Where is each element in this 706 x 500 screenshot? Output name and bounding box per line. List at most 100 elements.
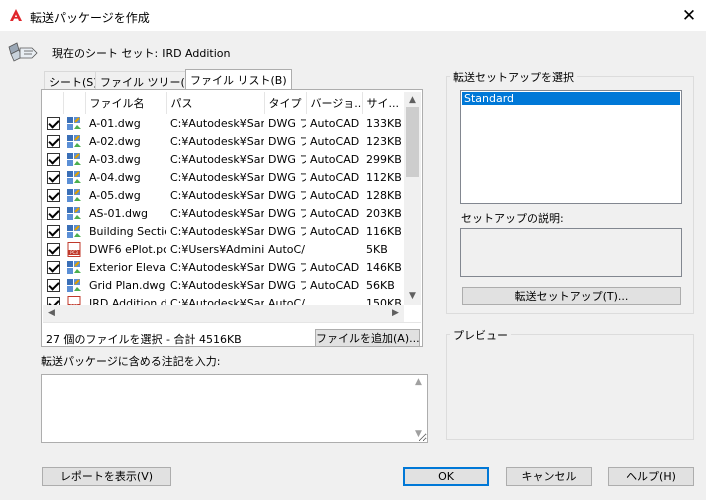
file-checkbox[interactable]	[46, 116, 60, 130]
cell-type: AutoC/	[268, 242, 305, 256]
cell-version	[306, 294, 362, 305]
cell-check[interactable]	[43, 150, 63, 168]
preview-group	[446, 334, 694, 440]
dwg-file-icon	[66, 206, 82, 220]
cell-icon[interactable]	[63, 276, 85, 294]
cell-size: 150KB	[366, 296, 402, 306]
notes-scroll-up-icon[interactable]: ▲	[410, 375, 427, 389]
file-checkbox[interactable]	[46, 224, 60, 238]
cell-version: AutoCAD	[310, 206, 360, 220]
col-check[interactable]	[43, 92, 64, 114]
window-title: 転送パッケージを作成	[30, 11, 150, 25]
cell-check[interactable]	[43, 276, 63, 294]
table-row[interactable]: A-02.dwg C:¥Autodesk¥Samp DWG フ AutoCAD 123K…	[43, 132, 404, 150]
cell-version: AutoCAD	[310, 134, 360, 148]
cell-check[interactable]	[43, 186, 63, 204]
scroll-down-icon[interactable]: ▼	[404, 288, 421, 305]
col-size[interactable]: サイ...	[362, 92, 404, 114]
file-checkbox[interactable]	[46, 260, 60, 274]
col-path[interactable]: パス	[166, 92, 265, 114]
cell-filename: DWF6 ePlot.pc	[89, 242, 166, 256]
table-row[interactable]: Exterior Elevat C:¥Autodesk¥Samp DWG フ Auto…	[43, 258, 404, 276]
cell-check[interactable]	[43, 204, 63, 222]
file-list-hscroll[interactable]	[43, 305, 404, 322]
current-sheet-set-label: 現在のシート セット:	[52, 47, 159, 60]
cell-check[interactable]	[43, 258, 63, 276]
table-row[interactable]: AS-01.dwg C:¥Autodesk¥Samp DWG フ AutoCAD 203…	[43, 204, 404, 222]
cell-type: DWG フ	[268, 153, 306, 166]
setup-item-standard[interactable]: Standard	[462, 92, 680, 105]
cancel-button[interactable]: キャンセル	[506, 467, 592, 486]
vscroll-thumb[interactable]	[406, 107, 419, 177]
cell-check[interactable]	[43, 294, 63, 305]
file-checkbox[interactable]	[46, 206, 60, 220]
cell-icon[interactable]	[63, 150, 85, 168]
table-row[interactable]: PC3 DWF6 ePlot.pc C:¥Users¥Administ AutoC/5…	[43, 240, 404, 258]
cell-icon[interactable]	[63, 168, 85, 186]
cell-type: DWG フ	[268, 189, 306, 202]
notes-scroll-down-icon[interactable]: ▼	[410, 427, 427, 441]
dwg-file-icon	[66, 170, 82, 184]
col-icon[interactable]	[63, 92, 86, 114]
cell-path: C:¥Autodesk¥Samp	[170, 170, 264, 184]
cell-check[interactable]	[43, 132, 63, 150]
tab-sheets[interactable]: シート(S)	[44, 71, 103, 89]
table-row[interactable]: A-01.dwg C:¥Autodesk¥Samp DWG フ AutoCAD 133K…	[43, 114, 404, 132]
setup-list[interactable]	[460, 90, 682, 204]
view-report-button[interactable]: レポートを表示(V)	[42, 467, 171, 486]
help-button[interactable]: ヘルプ(H)	[608, 467, 694, 486]
file-checkbox[interactable]	[46, 242, 60, 256]
table-row[interactable]: Building Sectic C:¥Autodesk¥Samp DWG フ Auto…	[43, 222, 404, 240]
cell-type: DWG フ	[268, 225, 306, 238]
file-checkbox[interactable]	[46, 188, 60, 202]
cell-filename: A-04.dwg	[89, 170, 141, 184]
add-file-button[interactable]: ファイルを追加(A)...	[315, 329, 420, 347]
file-checkbox[interactable]	[46, 134, 60, 148]
scroll-left-icon[interactable]: ◀	[43, 305, 60, 322]
cell-check[interactable]	[43, 168, 63, 186]
table-row[interactable]: A-04.dwg C:¥Autodesk¥Samp DWG フ AutoCAD 112K…	[43, 168, 404, 186]
cell-check[interactable]	[43, 240, 63, 258]
cell-icon[interactable]: PC3	[63, 294, 85, 305]
file-checkbox[interactable]	[46, 170, 60, 184]
file-checkbox[interactable]	[46, 296, 60, 305]
cell-icon[interactable]	[63, 132, 85, 150]
cell-path: C:¥Autodesk¥Samp	[170, 296, 264, 306]
cell-size: 128KB	[366, 188, 402, 202]
close-button[interactable]: ✕	[676, 4, 702, 28]
cell-icon[interactable]	[63, 114, 85, 132]
notes-input[interactable]	[41, 374, 428, 443]
cell-version: AutoCAD	[310, 278, 360, 292]
col-filename[interactable]: ファイル名	[85, 92, 167, 114]
cell-path: C:¥Autodesk¥Samp	[170, 260, 264, 274]
col-type[interactable]: タイプ	[264, 92, 307, 114]
transmittal-setups-button[interactable]: 転送セットアップ(T)...	[462, 287, 681, 305]
cell-icon[interactable]	[63, 222, 85, 240]
cell-filename: A-05.dwg	[89, 188, 141, 202]
cell-type: AutoC/	[268, 296, 305, 306]
col-version[interactable]: バージョ...	[306, 92, 363, 114]
cell-icon[interactable]	[63, 258, 85, 276]
cell-icon[interactable]	[63, 204, 85, 222]
cell-check[interactable]	[43, 114, 63, 132]
cell-icon[interactable]	[63, 186, 85, 204]
ok-button[interactable]: OK	[403, 467, 489, 486]
cell-filename: Exterior Elevat	[89, 260, 166, 274]
cell-path: C:¥Autodesk¥Samp	[170, 224, 264, 238]
tab-file-list[interactable]: ファイル リスト(B)	[185, 69, 292, 89]
table-row[interactable]: Grid Plan.dwg C:¥Autodesk¥Samp DWG フ AutoCA…	[43, 276, 404, 294]
cell-size: 146KB	[366, 260, 402, 274]
cell-size: 203KB	[366, 206, 402, 220]
dwg-file-icon	[66, 260, 82, 274]
current-sheet-set-value: IRD Addition	[162, 47, 231, 60]
file-checkbox[interactable]	[46, 278, 60, 292]
table-row[interactable]: A-05.dwg C:¥Autodesk¥Samp DWG フ AutoCAD 128K…	[43, 186, 404, 204]
cell-icon[interactable]: PC3	[63, 240, 85, 258]
table-row[interactable]: A-03.dwg C:¥Autodesk¥Samp DWG フ AutoCAD 299K…	[43, 150, 404, 168]
table-row[interactable]: PC3 IRD Addition.d C:¥Autodesk¥Samp AutoC/1…	[43, 294, 404, 305]
file-checkbox[interactable]	[46, 152, 60, 166]
cell-filename: Building Sectic	[89, 224, 166, 238]
cell-check[interactable]	[43, 222, 63, 240]
dwg-file-icon	[66, 152, 82, 166]
scroll-right-icon[interactable]: ▶	[387, 305, 404, 322]
